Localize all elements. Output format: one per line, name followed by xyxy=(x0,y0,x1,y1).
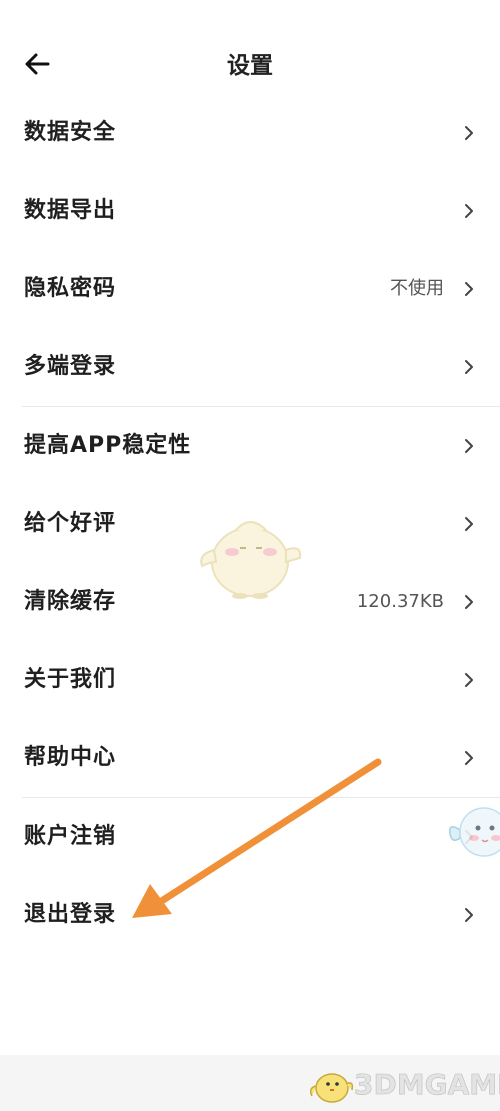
watermark-mascot-icon xyxy=(309,1073,354,1103)
privacy-password-status: 不使用 xyxy=(390,278,444,299)
chevron-right-icon xyxy=(464,672,474,688)
settings-item-about-us[interactable]: 关于我们 xyxy=(0,641,500,719)
settings-item-multi-device-login[interactable]: 多端登录 xyxy=(0,328,500,406)
watermark: 3DMGAME xyxy=(300,1060,500,1108)
settings-item-label: 数据导出 xyxy=(24,198,117,223)
settings-item-label: 隐私密码 xyxy=(24,276,117,301)
cache-size-value: 120.37KB xyxy=(356,591,444,612)
chevron-right-icon xyxy=(464,438,474,454)
mascot-decoration xyxy=(200,521,302,599)
settings-item-data-export[interactable]: 数据导出 xyxy=(0,172,500,250)
chevron-right-icon xyxy=(464,359,474,375)
watermark-text: 3DMGAME xyxy=(354,1068,500,1102)
chevron-right-icon xyxy=(464,750,474,766)
settings-item-label: 多端登录 xyxy=(24,354,117,379)
settings-item-label: 数据安全 xyxy=(24,120,117,145)
page-title: 设置 xyxy=(227,53,273,79)
chevron-right-icon xyxy=(464,203,474,219)
chevron-right-icon xyxy=(464,594,474,610)
mascot-decoration xyxy=(448,807,500,857)
settings-item-label: 帮助中心 xyxy=(24,745,117,770)
settings-item-label: 给个好评 xyxy=(24,511,117,536)
chevron-right-icon xyxy=(464,281,474,297)
settings-item-logout[interactable]: 退出登录 xyxy=(0,876,500,954)
settings-item-label: 提高APP稳定性 xyxy=(24,433,192,458)
settings-item-improve-stability[interactable]: 提高APP稳定性 xyxy=(0,407,500,485)
settings-item-label: 清除缓存 xyxy=(24,589,117,614)
settings-item-label: 账户注销 xyxy=(24,824,117,849)
chevron-right-icon xyxy=(464,125,474,141)
chevron-right-icon xyxy=(464,907,474,923)
settings-item-label: 退出登录 xyxy=(24,902,117,927)
chevron-right-icon xyxy=(464,516,474,532)
settings-item-data-security[interactable]: 数据安全 xyxy=(0,94,500,172)
settings-item-delete-account[interactable]: 账户注销 xyxy=(0,798,500,876)
settings-item-help-center[interactable]: 帮助中心 xyxy=(0,719,500,797)
settings-item-privacy-password[interactable]: 隐私密码 不使用 xyxy=(0,250,500,328)
settings-item-label: 关于我们 xyxy=(24,667,117,692)
